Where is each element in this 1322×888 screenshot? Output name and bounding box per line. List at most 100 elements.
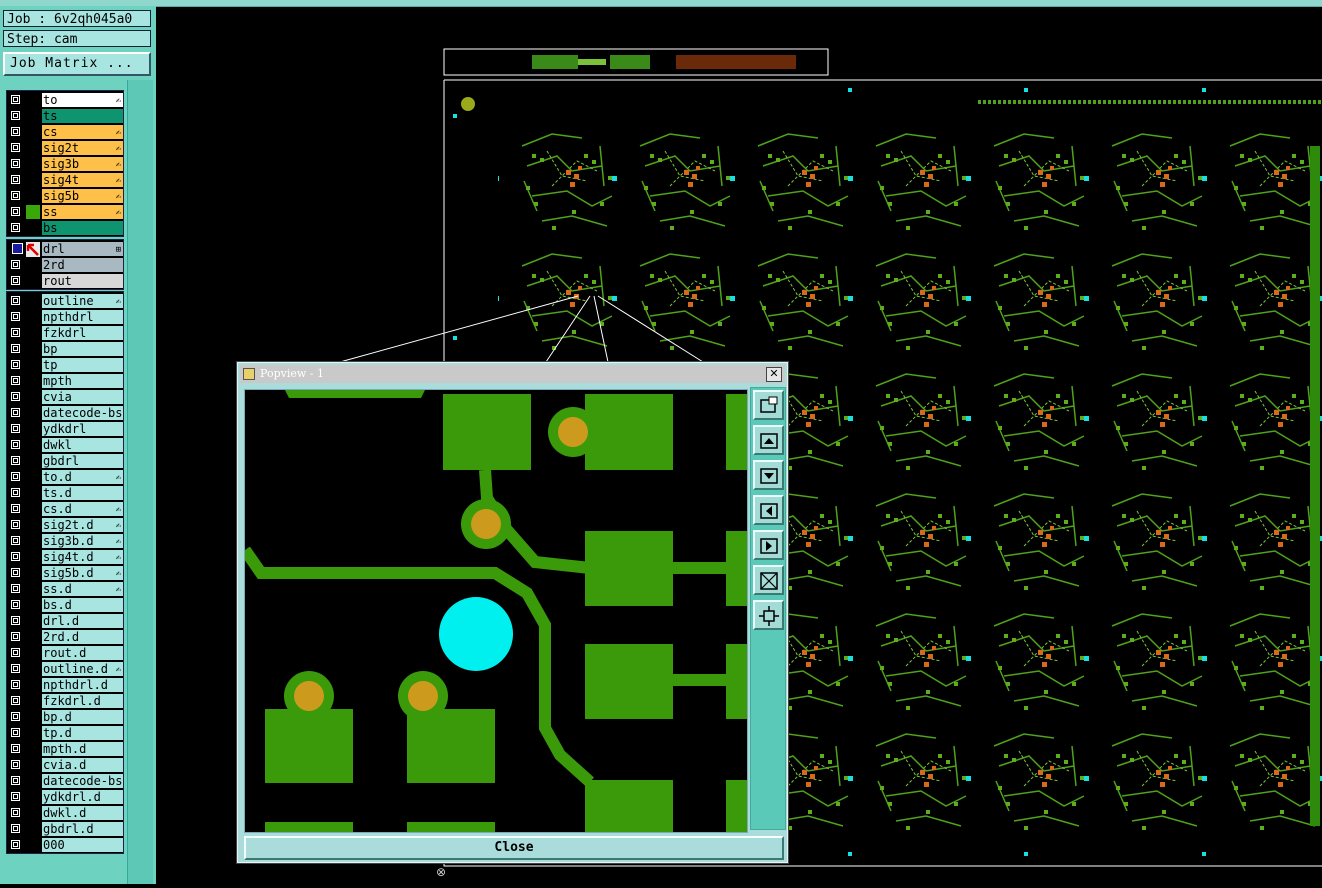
layer-display-checkbox[interactable] bbox=[11, 344, 20, 353]
layer-name[interactable]: dwkl bbox=[42, 438, 123, 452]
layer-display-checkbox[interactable] bbox=[11, 648, 20, 657]
layer-row[interactable]: ydkdrl.d bbox=[7, 789, 123, 805]
layer-row[interactable]: tp.d bbox=[7, 725, 123, 741]
layer-row[interactable]: bp.d bbox=[7, 709, 123, 725]
layer-affected-toggle[interactable] bbox=[26, 310, 40, 324]
layer-row[interactable]: cvia.d bbox=[7, 757, 123, 773]
pan-right-icon[interactable] bbox=[753, 530, 784, 560]
layer-display-checkbox[interactable] bbox=[11, 632, 20, 641]
layer-row[interactable]: sig5b.d ✍ bbox=[7, 565, 123, 581]
layer-row[interactable]: rout bbox=[7, 273, 123, 289]
layer-row[interactable]: cvia bbox=[7, 389, 123, 405]
popview-zoom-canvas[interactable] bbox=[244, 389, 748, 833]
layer-affected-toggle[interactable] bbox=[26, 173, 40, 187]
layer-name[interactable]: tp.d bbox=[42, 726, 123, 740]
layer-affected-toggle[interactable] bbox=[26, 157, 40, 171]
layer-name[interactable]: to ✍ bbox=[42, 93, 123, 107]
layer-display-checkbox[interactable] bbox=[11, 376, 20, 385]
layer-name[interactable]: 2rd bbox=[42, 258, 123, 272]
layer-display-checkbox[interactable] bbox=[11, 312, 20, 321]
popview-titlebar[interactable]: Popview - 1 ✕ bbox=[240, 365, 785, 383]
layer-row[interactable]: sig4t ✍ bbox=[7, 172, 123, 188]
layer-affected-toggle[interactable] bbox=[26, 550, 40, 564]
layer-row[interactable]: mpth bbox=[7, 373, 123, 389]
layer-display-checkbox[interactable] bbox=[11, 824, 20, 833]
layer-row[interactable]: outline ✍ bbox=[7, 293, 123, 309]
layer-display-checkbox[interactable] bbox=[11, 223, 20, 232]
layer-display-checkbox[interactable] bbox=[11, 728, 20, 737]
layer-affected-toggle[interactable] bbox=[26, 534, 40, 548]
layer-name[interactable]: mpth.d bbox=[42, 742, 123, 756]
layer-row[interactable]: outline.d ✍ bbox=[7, 661, 123, 677]
layer-name[interactable]: rout.d bbox=[42, 646, 123, 660]
layer-row[interactable]: datecode-bs bbox=[7, 773, 123, 789]
layer-affected-toggle[interactable] bbox=[26, 646, 40, 660]
layer-display-checkbox[interactable] bbox=[11, 680, 20, 689]
job-matrix-button[interactable]: Job Matrix ... bbox=[3, 52, 151, 76]
layer-affected-toggle[interactable] bbox=[26, 242, 40, 257]
layer-name[interactable]: ts bbox=[42, 109, 123, 123]
layer-row[interactable]: 2rd.d bbox=[7, 629, 123, 645]
layer-affected-toggle[interactable] bbox=[26, 93, 40, 107]
layer-affected-toggle[interactable] bbox=[26, 566, 40, 580]
close-button[interactable]: Close bbox=[244, 836, 784, 860]
layer-affected-toggle[interactable] bbox=[26, 470, 40, 484]
layer-row[interactable]: bs bbox=[7, 220, 123, 236]
layer-row[interactable]: sig5b ✍ bbox=[7, 188, 123, 204]
layer-name[interactable]: sig4t ✍ bbox=[42, 173, 123, 187]
layer-row[interactable]: gbdrl.d bbox=[7, 821, 123, 837]
layer-display-checkbox[interactable] bbox=[11, 95, 20, 104]
layer-name[interactable]: cs ✍ bbox=[42, 125, 123, 139]
layer-affected-toggle[interactable] bbox=[26, 454, 40, 468]
layer-affected-toggle[interactable] bbox=[26, 518, 40, 532]
layer-display-checkbox[interactable] bbox=[11, 276, 20, 285]
layer-affected-toggle[interactable] bbox=[26, 694, 40, 708]
layer-name[interactable]: sig3b ✍ bbox=[42, 157, 123, 171]
layer-name[interactable]: gbdrl.d bbox=[42, 822, 123, 836]
layer-name[interactable]: drl ⊞ bbox=[42, 242, 123, 256]
zoom-window-icon[interactable] bbox=[753, 390, 784, 420]
layer-display-checkbox[interactable] bbox=[11, 520, 20, 529]
layer-display-checkbox[interactable] bbox=[11, 664, 20, 673]
layer-row[interactable]: 2rd bbox=[7, 257, 123, 273]
layer-affected-toggle[interactable] bbox=[26, 582, 40, 596]
layer-affected-toggle[interactable] bbox=[26, 742, 40, 756]
zoom-out-icon[interactable] bbox=[753, 600, 784, 630]
layer-name[interactable]: bp.d bbox=[42, 710, 123, 724]
close-icon[interactable]: ✕ bbox=[766, 367, 782, 382]
layer-row[interactable]: drl ⊞ bbox=[7, 241, 123, 257]
layer-row[interactable]: cs.d ✍ bbox=[7, 501, 123, 517]
layer-name[interactable]: sig5b ✍ bbox=[42, 189, 123, 203]
layer-display-checkbox[interactable] bbox=[11, 568, 20, 577]
layer-affected-toggle[interactable] bbox=[26, 326, 40, 340]
pan-left-icon[interactable] bbox=[753, 495, 784, 525]
layer-display-checkbox[interactable] bbox=[11, 776, 20, 785]
layer-display-checkbox[interactable] bbox=[11, 191, 20, 200]
layer-display-checkbox[interactable] bbox=[11, 696, 20, 705]
layer-display-checkbox[interactable] bbox=[11, 143, 20, 152]
layer-row[interactable]: datecode-bs bbox=[7, 405, 123, 421]
layer-display-checkbox[interactable] bbox=[11, 712, 20, 721]
layer-affected-toggle[interactable] bbox=[26, 726, 40, 740]
pan-up-icon[interactable] bbox=[753, 425, 784, 455]
layer-affected-toggle[interactable] bbox=[26, 710, 40, 724]
layer-display-checkbox[interactable] bbox=[11, 584, 20, 593]
layer-affected-toggle[interactable] bbox=[26, 189, 40, 203]
layer-affected-toggle[interactable] bbox=[26, 406, 40, 420]
layer-affected-toggle[interactable] bbox=[26, 790, 40, 804]
layer-name[interactable]: dwkl.d bbox=[42, 806, 123, 820]
layer-name[interactable]: bp bbox=[42, 342, 123, 356]
layer-row[interactable]: sig4t.d ✍ bbox=[7, 549, 123, 565]
layer-affected-toggle[interactable] bbox=[26, 774, 40, 788]
layer-name[interactable]: cs.d ✍ bbox=[42, 502, 123, 516]
layer-row[interactable]: ts bbox=[7, 108, 123, 124]
layer-affected-toggle[interactable] bbox=[26, 358, 40, 372]
pan-down-icon[interactable] bbox=[753, 460, 784, 490]
layer-name[interactable]: ss.d ✍ bbox=[42, 582, 123, 596]
layer-affected-toggle[interactable] bbox=[26, 678, 40, 692]
layer-name[interactable]: mpth bbox=[42, 374, 123, 388]
layer-name[interactable]: bs bbox=[42, 221, 123, 235]
layer-name[interactable]: drl.d bbox=[42, 614, 123, 628]
layer-name[interactable]: cvia.d bbox=[42, 758, 123, 772]
layer-name[interactable]: datecode-bs bbox=[42, 406, 123, 420]
